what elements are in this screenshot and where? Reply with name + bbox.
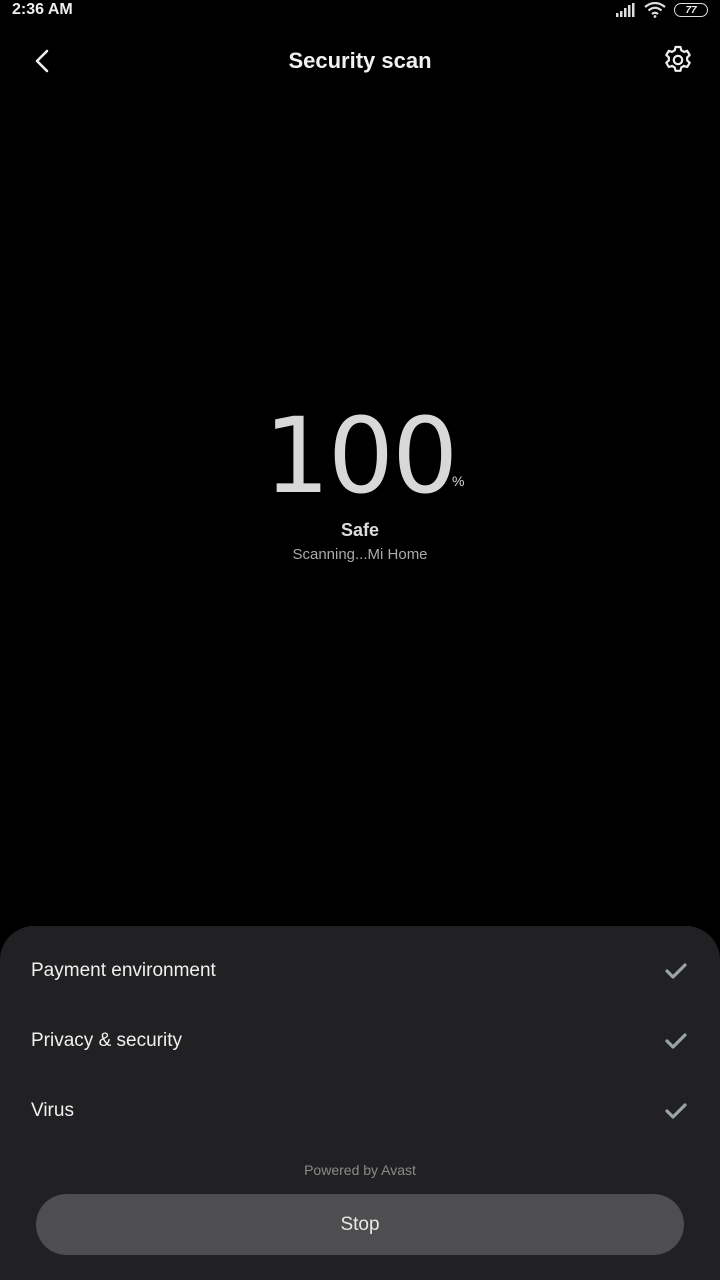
- checkmark-icon: [665, 963, 687, 979]
- wifi-icon: [644, 2, 666, 18]
- gear-icon: [665, 45, 691, 72]
- check-item-label: Privacy & security: [31, 1030, 182, 1051]
- score-value: 100: [263, 395, 459, 517]
- scan-status: Safe: [340, 520, 380, 540]
- battery-icon: 77: [674, 3, 708, 17]
- status-icons: 77: [616, 2, 708, 18]
- scan-score: 100 %: [0, 395, 720, 517]
- scan-progress-text: Scanning...Mi Home: [292, 546, 428, 563]
- score-unit: %: [452, 473, 465, 489]
- check-item-payment: Payment environment: [31, 951, 690, 991]
- check-item-virus: Virus: [31, 1091, 690, 1131]
- signal-icon: [616, 3, 635, 17]
- status-bar: 2:36 AM 77: [0, 0, 720, 22]
- status-time: 2:36 AM: [12, 1, 73, 18]
- header: Security scan: [0, 36, 720, 86]
- check-item-label: Virus: [31, 1100, 74, 1121]
- check-item-privacy: Privacy & security: [31, 1021, 690, 1061]
- stop-button[interactable]: Stop: [36, 1194, 684, 1255]
- checkmark-icon: [665, 1103, 687, 1119]
- powered-by-label: Powered by Avast: [304, 1162, 416, 1178]
- settings-button[interactable]: [662, 44, 694, 76]
- battery-level: 77: [685, 4, 697, 16]
- check-item-label: Payment environment: [31, 960, 216, 981]
- page-title: Security scan: [288, 48, 432, 73]
- scan-checklist-sheet: Payment environment Privacy & security V…: [0, 926, 720, 1280]
- checkmark-icon: [665, 1033, 687, 1049]
